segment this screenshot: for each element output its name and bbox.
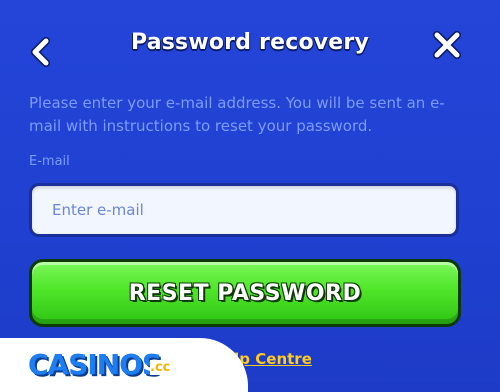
close-button[interactable] — [430, 28, 464, 62]
page-title: Password recovery — [130, 30, 370, 55]
close-icon — [433, 31, 461, 59]
email-field[interactable] — [29, 183, 459, 237]
email-label: E-mail — [29, 154, 70, 169]
reset-password-label: RESET PASSWORD — [128, 280, 362, 306]
watermark-logo: CASINOS .cc — [0, 338, 248, 392]
watermark-tld: .cc — [150, 360, 171, 375]
instructions-text: Please enter your e-mail address. You wi… — [29, 94, 445, 135]
reset-password-button[interactable]: RESET PASSWORD — [29, 259, 461, 327]
watermark-brand: CASINOS — [28, 348, 162, 381]
